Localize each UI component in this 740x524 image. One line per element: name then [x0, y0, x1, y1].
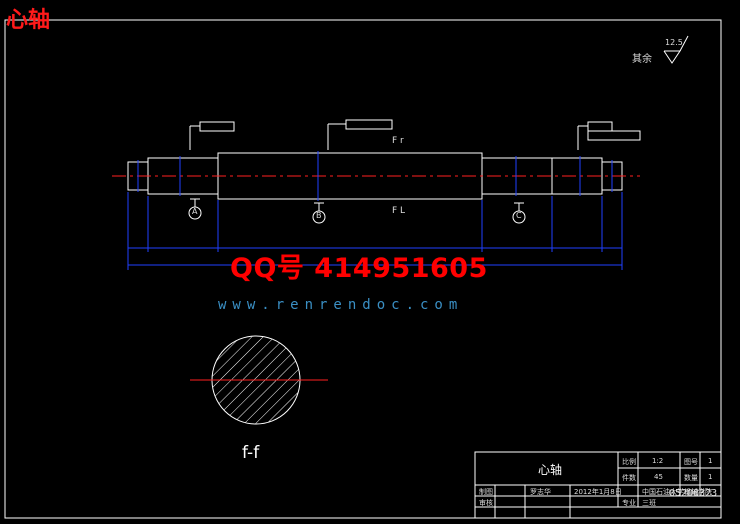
feature-label-fl: F L [392, 206, 406, 216]
title-block-class-label: 专业 [622, 499, 636, 507]
roughness-label: 其余 [632, 54, 652, 65]
drawing-canvas: 心轴 其余 12.5 F r F L A B C QQ号 414951605 w… [0, 0, 740, 524]
title-block-code-value: 05208323 [669, 488, 718, 499]
watermark-qq: QQ号 414951605 [230, 253, 488, 284]
title-block-sheet-label: 图号 [684, 458, 698, 466]
title-block-checked-label: 审核 [479, 499, 493, 507]
tolerance-frames [189, 119, 641, 150]
drawing-title: 心轴 [6, 8, 51, 33]
title-block-scale-value: 1:2 [652, 457, 664, 465]
title-block-sheet-value: 1 [708, 457, 713, 465]
roughness-symbol [663, 50, 681, 64]
title-block-total-value: 1 [708, 473, 713, 481]
roughness-value: 12.5 [665, 38, 683, 47]
title-block-designer: 罗志华 [530, 488, 551, 496]
title-block-qty-label: 件数 [622, 474, 636, 482]
datum-markers [188, 198, 526, 224]
title-block-scale-label: 比例 [622, 458, 636, 466]
datum-label-b: B [316, 211, 322, 220]
title-block-drawn-label: 制图 [479, 488, 493, 496]
title-block-qty-value: 45 [654, 473, 663, 481]
title-block-total-label: 数量 [684, 474, 698, 482]
title-block-class-value: 三班 [642, 499, 656, 507]
datum-label-c: C [516, 211, 522, 220]
section-view-label: f-f [242, 443, 260, 463]
datum-label-a: A [192, 207, 198, 216]
watermark-site: www.renrendoc.com [218, 297, 464, 313]
feature-label-fr: F r [392, 136, 404, 146]
title-block-part-name: 心轴 [538, 463, 563, 477]
title-block-date: 2012年1月8日 [574, 488, 622, 496]
